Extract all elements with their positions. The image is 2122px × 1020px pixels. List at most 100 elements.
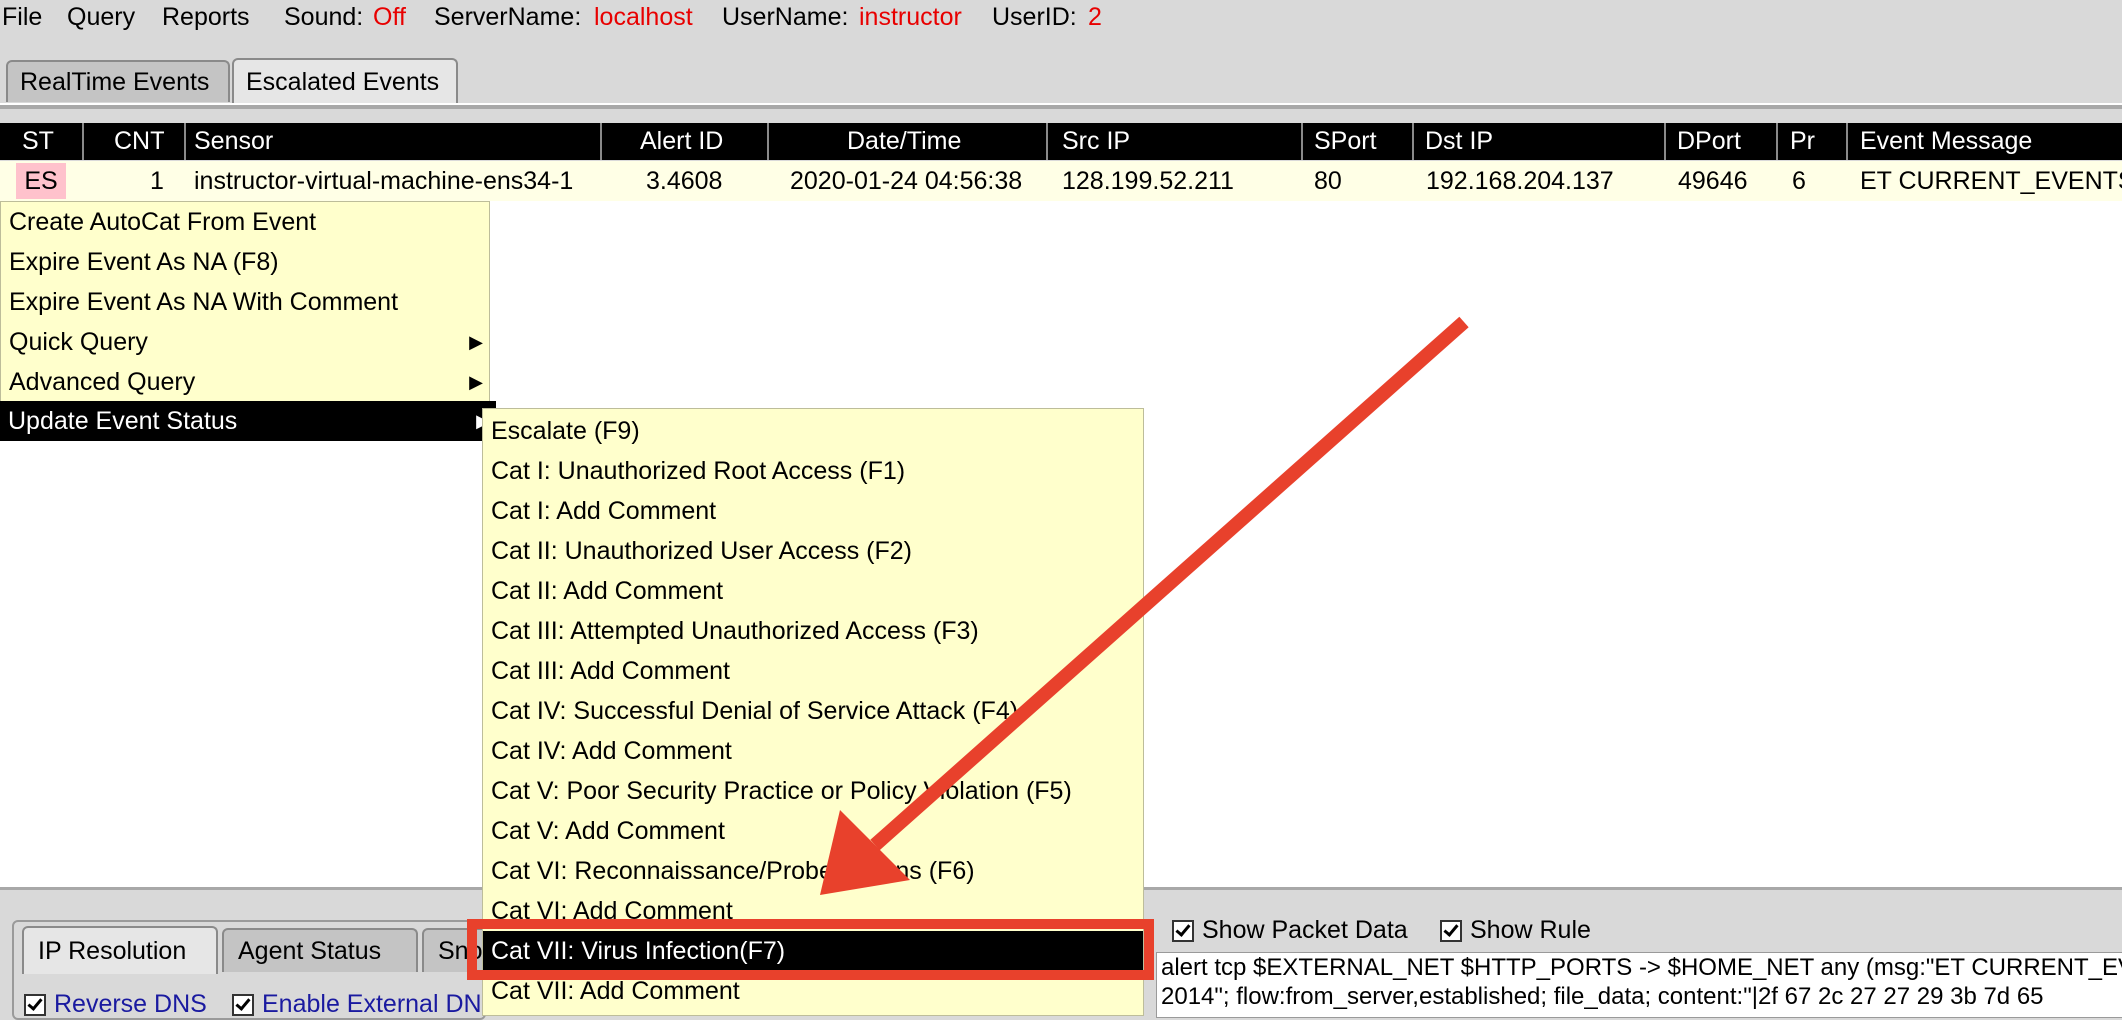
menu-item-label: Cat VI: Reconnaissance/Probes/Scans (F6)	[491, 857, 975, 885]
menu-item-advanced-query[interactable]: Advanced Query ▶	[1, 362, 489, 402]
rule-line: 2014"; flow:from_server,established; fil…	[1161, 983, 2044, 1010]
username-label: UserName:	[722, 3, 849, 31]
sound-label: Sound:	[284, 3, 364, 31]
menu-item-label: Cat IV: Add Comment	[491, 737, 732, 765]
show-rule-checkbox[interactable]	[1440, 920, 1462, 943]
show-packet-option[interactable]: Show Packet Data	[1172, 916, 1408, 945]
external-dns-option[interactable]: Enable External DNS	[232, 990, 498, 1019]
show-packet-checkbox[interactable]	[1172, 920, 1194, 943]
menu-query[interactable]: Query	[67, 3, 135, 32]
menu-item-escalate[interactable]: Escalate (F9)	[483, 411, 1143, 451]
menu-file[interactable]: File	[2, 3, 42, 32]
cell-pr: 6	[1792, 167, 1806, 195]
col-datetime[interactable]: Date/Time	[847, 123, 1007, 160]
external-dns-checkbox[interactable]	[232, 994, 254, 1017]
cell-alert-id: 3.4608	[646, 167, 723, 195]
submenu-arrow-icon: ▶	[469, 332, 483, 352]
menu-bar: File Query Reports Sound: Off ServerName…	[0, 0, 2122, 42]
col-alert-id[interactable]: Alert ID	[640, 123, 760, 160]
show-packet-label: Show Packet Data	[1202, 916, 1408, 944]
menu-item-label: Cat I: Unauthorized Root Access (F1)	[491, 457, 906, 485]
col-divider[interactable]	[184, 123, 186, 160]
menu-item-label: Escalate (F9)	[491, 417, 640, 445]
menu-item-label: Cat V: Add Comment	[491, 817, 725, 845]
cell-dport: 49646	[1678, 167, 1748, 195]
menu-item-cat6-comment[interactable]: Cat VI: Add Comment	[483, 891, 1143, 931]
menu-item-label: Cat VII: Add Comment	[491, 977, 740, 1005]
table-header: ST CNT Sensor Alert ID Date/Time Src IP …	[0, 123, 2122, 160]
col-divider[interactable]	[1412, 123, 1414, 160]
menu-item-label: Update Event Status	[8, 407, 238, 435]
col-divider[interactable]	[600, 123, 602, 160]
col-pr[interactable]: Pr	[1790, 123, 1840, 160]
col-divider[interactable]	[82, 123, 84, 160]
rule-text-area[interactable]: alert tcp $EXTERNAL_NET $HTTP_PORTS -> $…	[1156, 952, 2122, 1018]
menu-item-cat1-comment[interactable]: Cat I: Add Comment	[483, 491, 1143, 531]
table-row[interactable]: ES 1 instructor-virtual-machine-ens34-1 …	[0, 161, 2122, 201]
menu-item-label: Cat III: Add Comment	[491, 657, 730, 685]
menu-item-update-event-status[interactable]: Update Event Status▶	[0, 401, 496, 441]
menu-item-label: Cat I: Add Comment	[491, 497, 717, 525]
col-src-ip[interactable]: Src IP	[1062, 123, 1262, 160]
cell-datetime: 2020-01-24 04:56:38	[790, 167, 1023, 195]
col-st[interactable]: ST	[22, 123, 82, 160]
cell-src-ip: 128.199.52.211	[1062, 167, 1234, 195]
menu-item-cat2-comment[interactable]: Cat II: Add Comment	[483, 571, 1143, 611]
col-dport[interactable]: DPort	[1677, 123, 1767, 160]
cell-event-message: ET CURRENT_EVENTS	[1860, 167, 2122, 195]
menu-item-cat2[interactable]: Cat II: Unauthorized User Access (F2)	[483, 531, 1143, 571]
col-divider[interactable]	[1776, 123, 1778, 160]
menu-item-label: Cat IV: Successful Denial of Service Att…	[491, 697, 1019, 725]
menu-item-cat6[interactable]: Cat VI: Reconnaissance/Probes/Scans (F6)	[483, 851, 1143, 891]
menu-item-cat7-comment[interactable]: Cat VII: Add Comment	[483, 971, 1143, 1011]
menu-item-label: Cat VI: Add Comment	[491, 897, 733, 925]
tab-agent-status[interactable]: Agent Status	[222, 928, 418, 972]
menu-item-cat5[interactable]: Cat V: Poor Security Practice or Policy …	[483, 771, 1143, 811]
tab-realtime-events[interactable]: RealTime Events	[6, 60, 230, 102]
cell-sport: 80	[1314, 167, 1342, 195]
menu-item-cat4-comment[interactable]: Cat IV: Add Comment	[483, 731, 1143, 771]
tab-escalated-events[interactable]: Escalated Events	[232, 58, 458, 104]
menu-reports[interactable]: Reports	[162, 3, 250, 32]
col-sport[interactable]: SPort	[1314, 123, 1404, 160]
submenu-arrow-icon: ▶	[469, 372, 483, 392]
col-divider[interactable]	[1301, 123, 1303, 160]
menu-item-expire-na[interactable]: Expire Event As NA (F8)	[1, 242, 489, 282]
menu-item-cat5-comment[interactable]: Cat V: Add Comment	[483, 811, 1143, 851]
cell-dst-ip: 192.168.204.137	[1426, 167, 1614, 195]
menu-item-quick-query[interactable]: Quick Query ▶	[1, 322, 489, 362]
reverse-dns-option[interactable]: Reverse DNS	[24, 990, 207, 1019]
col-event-message[interactable]: Event Message	[1860, 123, 2122, 160]
show-rule-label: Show Rule	[1470, 916, 1591, 944]
menu-item-label: Advanced Query	[9, 368, 196, 396]
col-cnt[interactable]: CNT	[114, 123, 164, 160]
menu-item-label: Create AutoCat From Event	[9, 208, 317, 236]
show-rule-option[interactable]: Show Rule	[1440, 916, 1591, 945]
update-status-submenu: Escalate (F9) Cat I: Unauthorized Root A…	[482, 408, 1144, 1016]
menu-item-create-autocat[interactable]: Create AutoCat From Event	[1, 202, 489, 242]
menu-item-cat1[interactable]: Cat I: Unauthorized Root Access (F1)	[483, 451, 1143, 491]
sound-value[interactable]: Off	[373, 3, 406, 32]
menu-item-label: Cat V: Poor Security Practice or Policy …	[491, 777, 1072, 805]
col-divider[interactable]	[1846, 123, 1848, 160]
col-dst-ip[interactable]: Dst IP	[1425, 123, 1625, 160]
tab-ip-resolution[interactable]: IP Resolution	[22, 926, 218, 974]
menu-item-cat3[interactable]: Cat III: Attempted Unauthorized Access (…	[483, 611, 1143, 651]
menu-item-cat4[interactable]: Cat IV: Successful Denial of Service Att…	[483, 691, 1143, 731]
tab-divider	[0, 103, 2122, 109]
menu-item-label: Cat II: Add Comment	[491, 577, 724, 605]
menu-item-expire-na-comment[interactable]: Expire Event As NA With Comment	[1, 282, 489, 322]
menu-item-cat3-comment[interactable]: Cat III: Add Comment	[483, 651, 1143, 691]
servername-value: localhost	[594, 3, 693, 31]
col-divider[interactable]	[1664, 123, 1666, 160]
col-divider[interactable]	[1046, 123, 1048, 160]
col-divider[interactable]	[767, 123, 769, 160]
cell-cnt: 1	[150, 167, 164, 195]
menu-item-label: Expire Event As NA With Comment	[9, 288, 399, 316]
status-badge: ES	[16, 163, 66, 199]
col-sensor[interactable]: Sensor	[194, 123, 594, 160]
rule-line: alert tcp $EXTERNAL_NET $HTTP_PORTS -> $…	[1161, 954, 2122, 981]
menu-item-cat7[interactable]: Cat VII: Virus Infection(F7)	[483, 931, 1143, 971]
reverse-dns-checkbox[interactable]	[24, 994, 46, 1017]
username-value: instructor	[859, 3, 962, 31]
